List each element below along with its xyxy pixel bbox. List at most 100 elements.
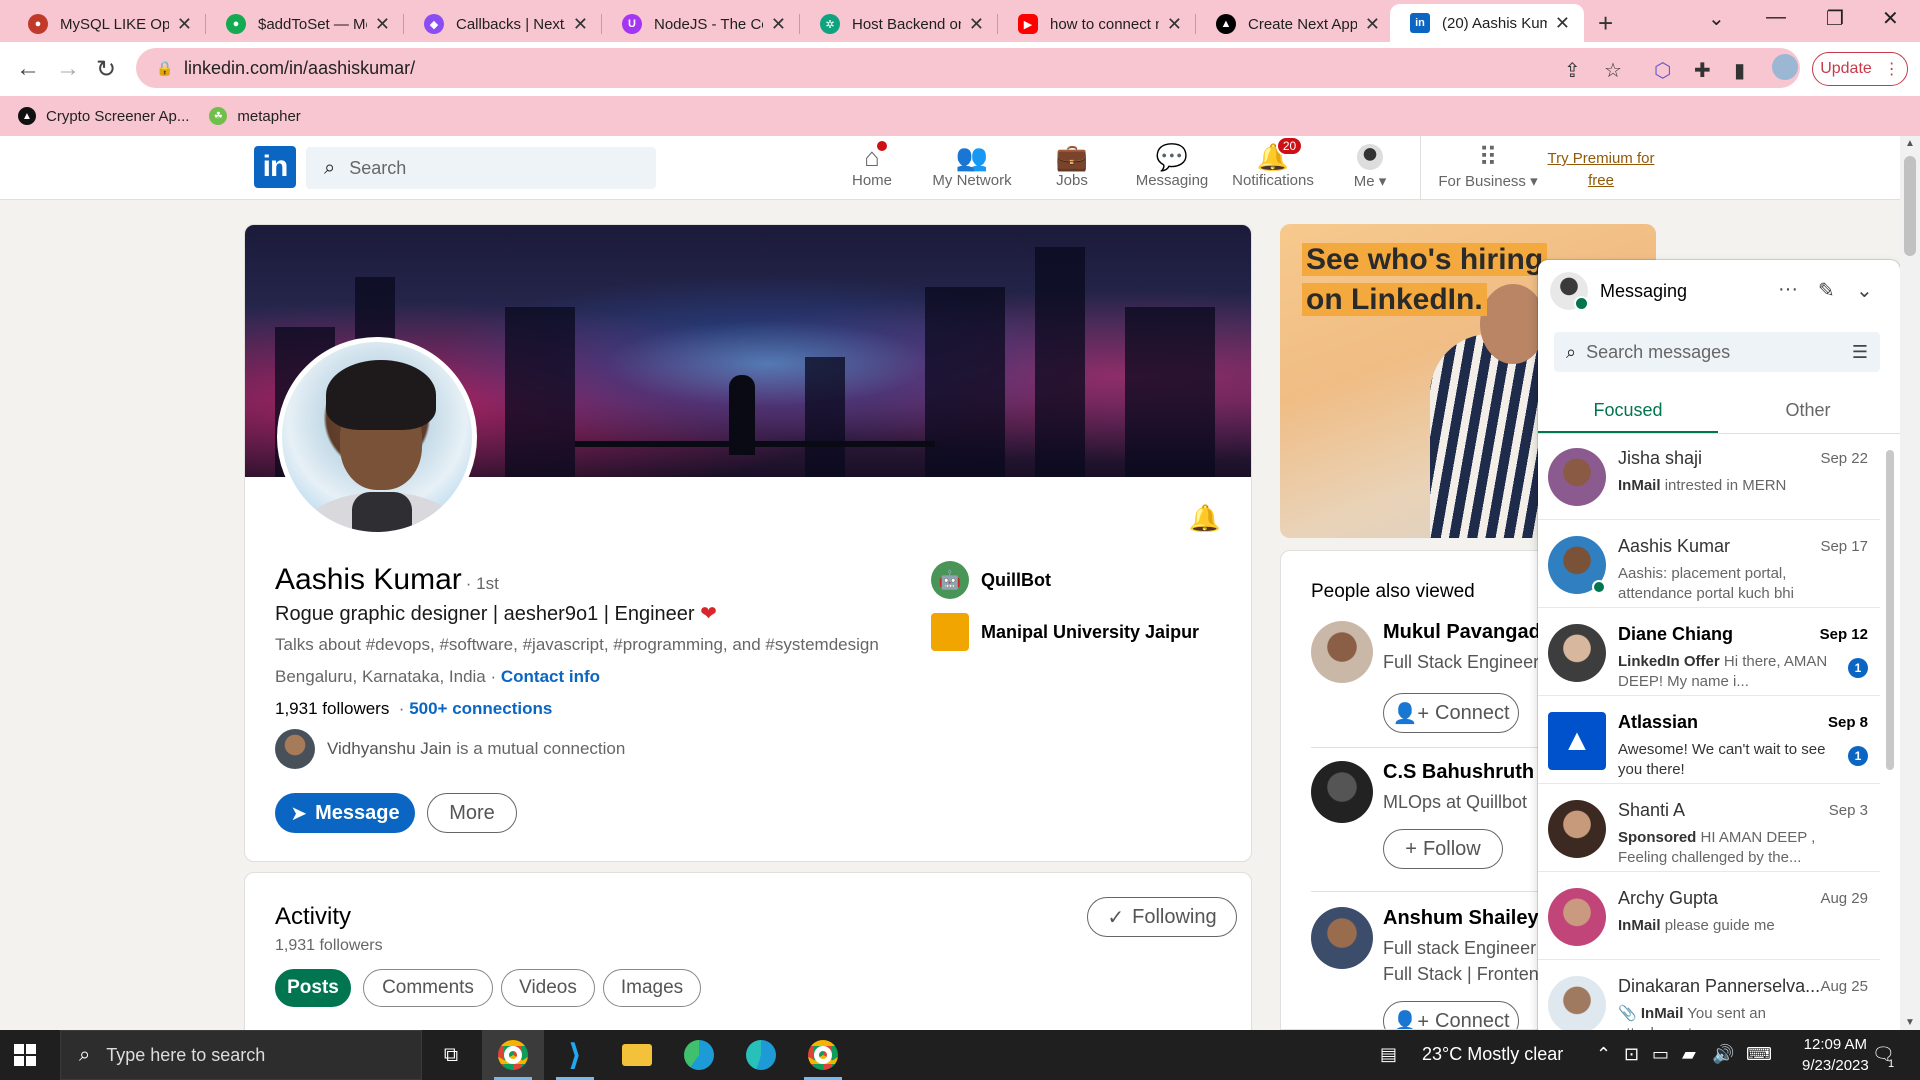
lock-icon[interactable]: 🔒 [156,60,173,76]
filter-videos[interactable]: Videos [501,969,595,1007]
browser-tab[interactable]: ● MySQL LIKE Operator ✕ [8,6,206,42]
browser-tab[interactable]: ▲ Create Next App ✕ [1196,6,1394,42]
bookmark-item[interactable]: ▲ Crypto Screener Ap... [18,107,189,125]
filter-icon[interactable]: ☰ [1852,342,1868,363]
browser-tab[interactable]: U NodeJS - The Complete Guide ✕ [602,6,800,42]
linkedin-logo-icon[interactable]: in [254,146,296,188]
edge-taskbar-icon[interactable] [668,1030,730,1080]
close-tab-icon[interactable]: ✕ [573,14,588,35]
follow-button[interactable]: + Follow [1383,829,1503,869]
tab-focused[interactable]: Focused [1538,390,1718,434]
nav-my-network[interactable]: 👥 My Network [928,142,1016,190]
message-button[interactable]: ➤ Message [275,793,415,833]
nav-me[interactable]: Me ▾ [1348,142,1392,190]
conversation-item[interactable]: Dinakaran Pannerselva... Aug 25 📎 InMail… [1538,962,1880,1030]
mutual-connection[interactable]: Vidhyanshu Jain is a mutual connection [275,729,625,769]
page-scrollbar[interactable]: ▲ ▼ [1900,136,1920,1030]
network-tray-icon[interactable]: ⊡ [1624,1044,1639,1065]
windows-start-icon[interactable] [14,1044,36,1066]
kebab-menu-icon: ⋮ [1883,61,1900,78]
connections-link[interactable]: 500+ connections [409,699,552,718]
close-tab-icon[interactable]: ✕ [1365,14,1380,35]
share-icon[interactable]: ⇪ [1564,58,1581,83]
search-messages-input[interactable]: ⌕ Search messages ☰ [1554,332,1880,372]
connect-button[interactable]: 👤+ Connect [1383,693,1519,733]
browser-tab[interactable]: ● $addToSet — MongoDB ✕ [206,6,404,42]
nav-jobs[interactable]: 💼 Jobs [1052,142,1092,190]
bookmark-item[interactable]: ☘ metapher [209,107,301,125]
chrome-secondary-taskbar-icon[interactable] [792,1030,854,1080]
volume-icon[interactable]: 🔊 [1712,1044,1734,1065]
battery-icon[interactable]: ▰ [1682,1044,1696,1065]
reload-icon[interactable]: ↻ [96,55,116,84]
extension-icon[interactable]: ⬡ [1654,58,1671,83]
browser-tab[interactable]: ✲ Host Backend on Render ✕ [800,6,998,42]
compose-icon[interactable]: ✎ [1818,278,1835,303]
tab-search-chevron-icon[interactable]: ⌄ [1708,6,1725,31]
filter-posts[interactable]: Posts [275,969,351,1007]
filter-images[interactable]: Images [603,969,701,1007]
conversation-item[interactable]: Jisha shaji Sep 22 InMail intrested in M… [1538,434,1880,520]
close-tab-icon[interactable]: ✕ [1555,13,1570,34]
logo-text: in [262,150,289,183]
tray-chevron-up-icon[interactable]: ⌃ [1596,1044,1611,1065]
forward-arrow-icon[interactable]: → [56,55,80,83]
education-school[interactable]: Manipal University Jaipur [931,613,1199,651]
conversation-item[interactable]: Shanti A Sep 3 Sponsored HI AMAN DEEP , … [1538,786,1880,872]
messaging-header[interactable]: Messaging ··· ✎ ⌄ [1538,260,1900,322]
nav-home[interactable]: ⌂ Home [852,138,892,189]
filter-comments[interactable]: Comments [363,969,493,1007]
side-panel-icon[interactable]: ▮ [1734,58,1745,83]
close-tab-icon[interactable]: ✕ [771,14,786,35]
collapse-chevron-icon[interactable]: ⌄ [1856,278,1873,303]
update-button[interactable]: Update ⋮ [1812,52,1908,86]
tab-other[interactable]: Other [1718,390,1898,434]
bookmark-star-icon[interactable]: ☆ [1604,58,1622,83]
close-tab-icon[interactable]: ✕ [969,14,984,35]
minimize-icon[interactable]: — [1766,6,1786,29]
display-tray-icon[interactable]: ▭ [1652,1044,1669,1065]
linkedin-search-input[interactable]: ⌕ Search [306,147,656,189]
activity-followers: 1,931 followers [275,937,383,954]
conversation-item[interactable]: Aashis Kumar Sep 17 Aashis: placement po… [1538,522,1880,608]
more-button[interactable]: More [427,793,517,833]
browser-tab[interactable]: ◆ Callbacks | NextAuth.js ✕ [404,6,602,42]
taskbar-search-input[interactable]: ⌕ Type here to search [60,1030,422,1080]
weather-text[interactable]: 23°C Mostly clear [1422,1044,1563,1065]
browser-tab[interactable]: ▶ how to connect next app ✕ [998,6,1196,42]
nav-notifications[interactable]: 🔔 20 Notifications [1226,136,1320,189]
maximize-icon[interactable]: ❐ [1826,6,1844,31]
profile-photo[interactable] [277,337,477,537]
more-options-icon[interactable]: ··· [1778,278,1798,301]
new-tab-icon[interactable]: + [1598,8,1613,39]
nav-for-business[interactable]: ⠿ For Business ▾ [1436,142,1540,191]
taskbar-clock[interactable]: 12:09 AM 9/23/2023 [1802,1034,1869,1076]
close-tab-icon[interactable]: ✕ [1167,14,1182,35]
try-premium-link[interactable]: Try Premium for free [1540,148,1662,192]
close-tab-icon[interactable]: ✕ [375,14,390,35]
browser-tab-active[interactable]: in (20) Aashis Kumar | LinkedIn ✕ [1390,4,1584,42]
chrome-taskbar-icon[interactable] [482,1030,544,1080]
close-tab-icon[interactable]: ✕ [177,14,192,35]
edge-dev-taskbar-icon[interactable] [730,1030,792,1080]
weather-icon[interactable]: ▤ [1380,1044,1397,1065]
nav-messaging[interactable]: 💬 Messaging [1134,142,1210,190]
file-explorer-icon[interactable] [606,1030,668,1080]
messaging-scrollbar[interactable] [1886,450,1894,770]
close-window-icon[interactable]: ✕ [1882,6,1899,31]
contact-info-link[interactable]: Contact info [501,667,600,686]
notify-bell-icon[interactable]: 🔔 [1189,503,1221,534]
connect-button[interactable]: 👤+ Connect [1383,1001,1519,1029]
task-view-icon[interactable]: ⧉ [420,1030,482,1080]
back-arrow-icon[interactable]: ← [16,55,40,83]
puzzle-extensions-icon[interactable]: ✚ [1694,58,1711,83]
current-company[interactable]: 🤖 QuillBot [931,561,1051,599]
following-button[interactable]: ✓ Following [1087,897,1237,937]
profile-avatar[interactable] [1772,54,1798,80]
vscode-taskbar-icon[interactable]: ⟩ [544,1030,606,1080]
conversation-item[interactable]: ▲ Atlassian Sep 8 Awesome! We can't wait… [1538,698,1880,784]
language-tray-icon[interactable]: ⌨ [1746,1044,1772,1065]
url-input[interactable]: 🔒 linkedin.com/in/aashiskumar/ [136,48,1800,88]
conversation-item[interactable]: Archy Gupta Aug 29 InMail please guide m… [1538,874,1880,960]
conversation-item[interactable]: Diane Chiang Sep 12 LinkedIn Offer Hi th… [1538,610,1880,696]
